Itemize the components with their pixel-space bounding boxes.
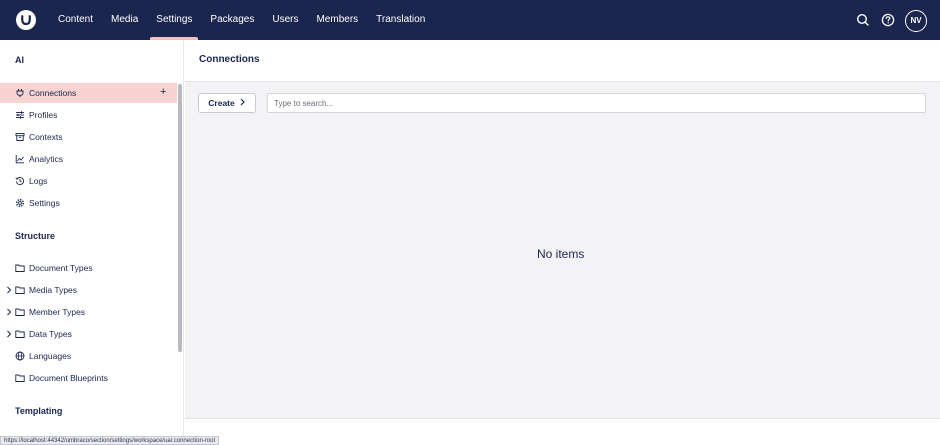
sidebar-item-contexts[interactable]: Contexts bbox=[0, 127, 177, 147]
sidebar-item-label: Settings bbox=[29, 198, 60, 208]
footer-area bbox=[185, 418, 940, 445]
sidebar-item-label: Analytics bbox=[29, 154, 64, 164]
user-avatar[interactable]: NV bbox=[905, 10, 927, 32]
empty-state-text: No items bbox=[537, 247, 585, 261]
sidebar-section-title-templating: Templating bbox=[15, 406, 63, 416]
nav-translation[interactable]: Translation bbox=[368, 0, 433, 40]
sidebar-item-label: Contexts bbox=[29, 132, 63, 142]
history-icon bbox=[15, 176, 25, 186]
sidebar-item-analytics[interactable]: Analytics bbox=[0, 149, 177, 169]
main-nav: Content Media Settings Packages Users Me… bbox=[50, 0, 435, 40]
sidebar-item-logs[interactable]: Logs bbox=[0, 171, 177, 191]
create-button[interactable]: Create bbox=[198, 93, 256, 113]
folder-icon bbox=[15, 373, 25, 383]
sidebar-item-document-types[interactable]: Document Types bbox=[0, 258, 177, 278]
sidebar-item-connections[interactable]: Connections + bbox=[0, 83, 177, 103]
main-workspace: Connections Create No items bbox=[185, 40, 940, 418]
chevron-right-icon[interactable] bbox=[5, 330, 13, 338]
sidebar-item-label: Data Types bbox=[29, 329, 72, 339]
nav-members[interactable]: Members bbox=[308, 0, 366, 40]
sidebar-item-profiles[interactable]: Profiles bbox=[0, 105, 177, 125]
sidebar-item-label: Profiles bbox=[29, 110, 58, 120]
chevron-right-icon[interactable] bbox=[5, 308, 13, 316]
nav-media[interactable]: Media bbox=[103, 0, 146, 40]
sidebar-item-label: Media Types bbox=[29, 285, 78, 295]
sliders-icon bbox=[15, 110, 25, 120]
help-icon[interactable] bbox=[879, 11, 897, 29]
sidebar-item-media-types[interactable]: Media Types bbox=[0, 280, 177, 300]
sidebar-item-label: Document Types bbox=[29, 263, 93, 273]
sidebar-section-title-ai: AI bbox=[15, 55, 24, 65]
chart-line-icon bbox=[15, 154, 25, 164]
folder-icon bbox=[15, 329, 25, 339]
folder-icon bbox=[15, 307, 25, 317]
sidebar-item-data-types[interactable]: Data Types bbox=[0, 324, 177, 344]
sidebar-item-document-blueprints[interactable]: Document Blueprints bbox=[0, 368, 177, 388]
chevron-right-icon[interactable] bbox=[5, 286, 13, 294]
status-bar-url: https://localhost:44342/umbraco/section/… bbox=[0, 436, 220, 445]
nav-packages[interactable]: Packages bbox=[202, 0, 262, 40]
gear-icon bbox=[15, 198, 25, 208]
sidebar-item-label: Languages bbox=[29, 351, 72, 361]
search-input[interactable] bbox=[267, 93, 926, 113]
page-title: Connections bbox=[199, 54, 260, 65]
workspace-header: Connections bbox=[185, 40, 940, 82]
sidebar: AI Connections + Profiles Contexts Analy… bbox=[0, 40, 184, 445]
chevron-right-icon bbox=[239, 98, 246, 108]
search-icon[interactable] bbox=[854, 11, 872, 29]
umbraco-logo-icon[interactable] bbox=[16, 10, 36, 30]
sidebar-item-languages[interactable]: Languages bbox=[0, 346, 177, 366]
sidebar-item-label: Logs bbox=[29, 176, 48, 186]
folder-icon bbox=[15, 263, 25, 273]
globe-icon bbox=[15, 351, 25, 361]
top-navigation-bar: Content Media Settings Packages Users Me… bbox=[0, 0, 940, 40]
nav-content[interactable]: Content bbox=[50, 0, 101, 40]
create-button-label: Create bbox=[208, 98, 235, 108]
sidebar-item-label: Member Types bbox=[29, 307, 86, 317]
sidebar-item-label: Connections bbox=[29, 88, 77, 98]
archive-icon bbox=[15, 132, 25, 142]
sidebar-item-label: Document Blueprints bbox=[29, 373, 108, 383]
sidebar-section-title-structure: Structure bbox=[15, 231, 56, 241]
plug-icon bbox=[15, 88, 25, 98]
nav-settings[interactable]: Settings bbox=[148, 0, 200, 40]
sidebar-scrollbar[interactable] bbox=[178, 84, 182, 352]
sidebar-item-settings[interactable]: Settings bbox=[0, 193, 177, 213]
sidebar-item-member-types[interactable]: Member Types bbox=[0, 302, 177, 322]
nav-users[interactable]: Users bbox=[264, 0, 306, 40]
add-connection-button[interactable]: + bbox=[160, 86, 166, 98]
folder-icon bbox=[15, 285, 25, 295]
